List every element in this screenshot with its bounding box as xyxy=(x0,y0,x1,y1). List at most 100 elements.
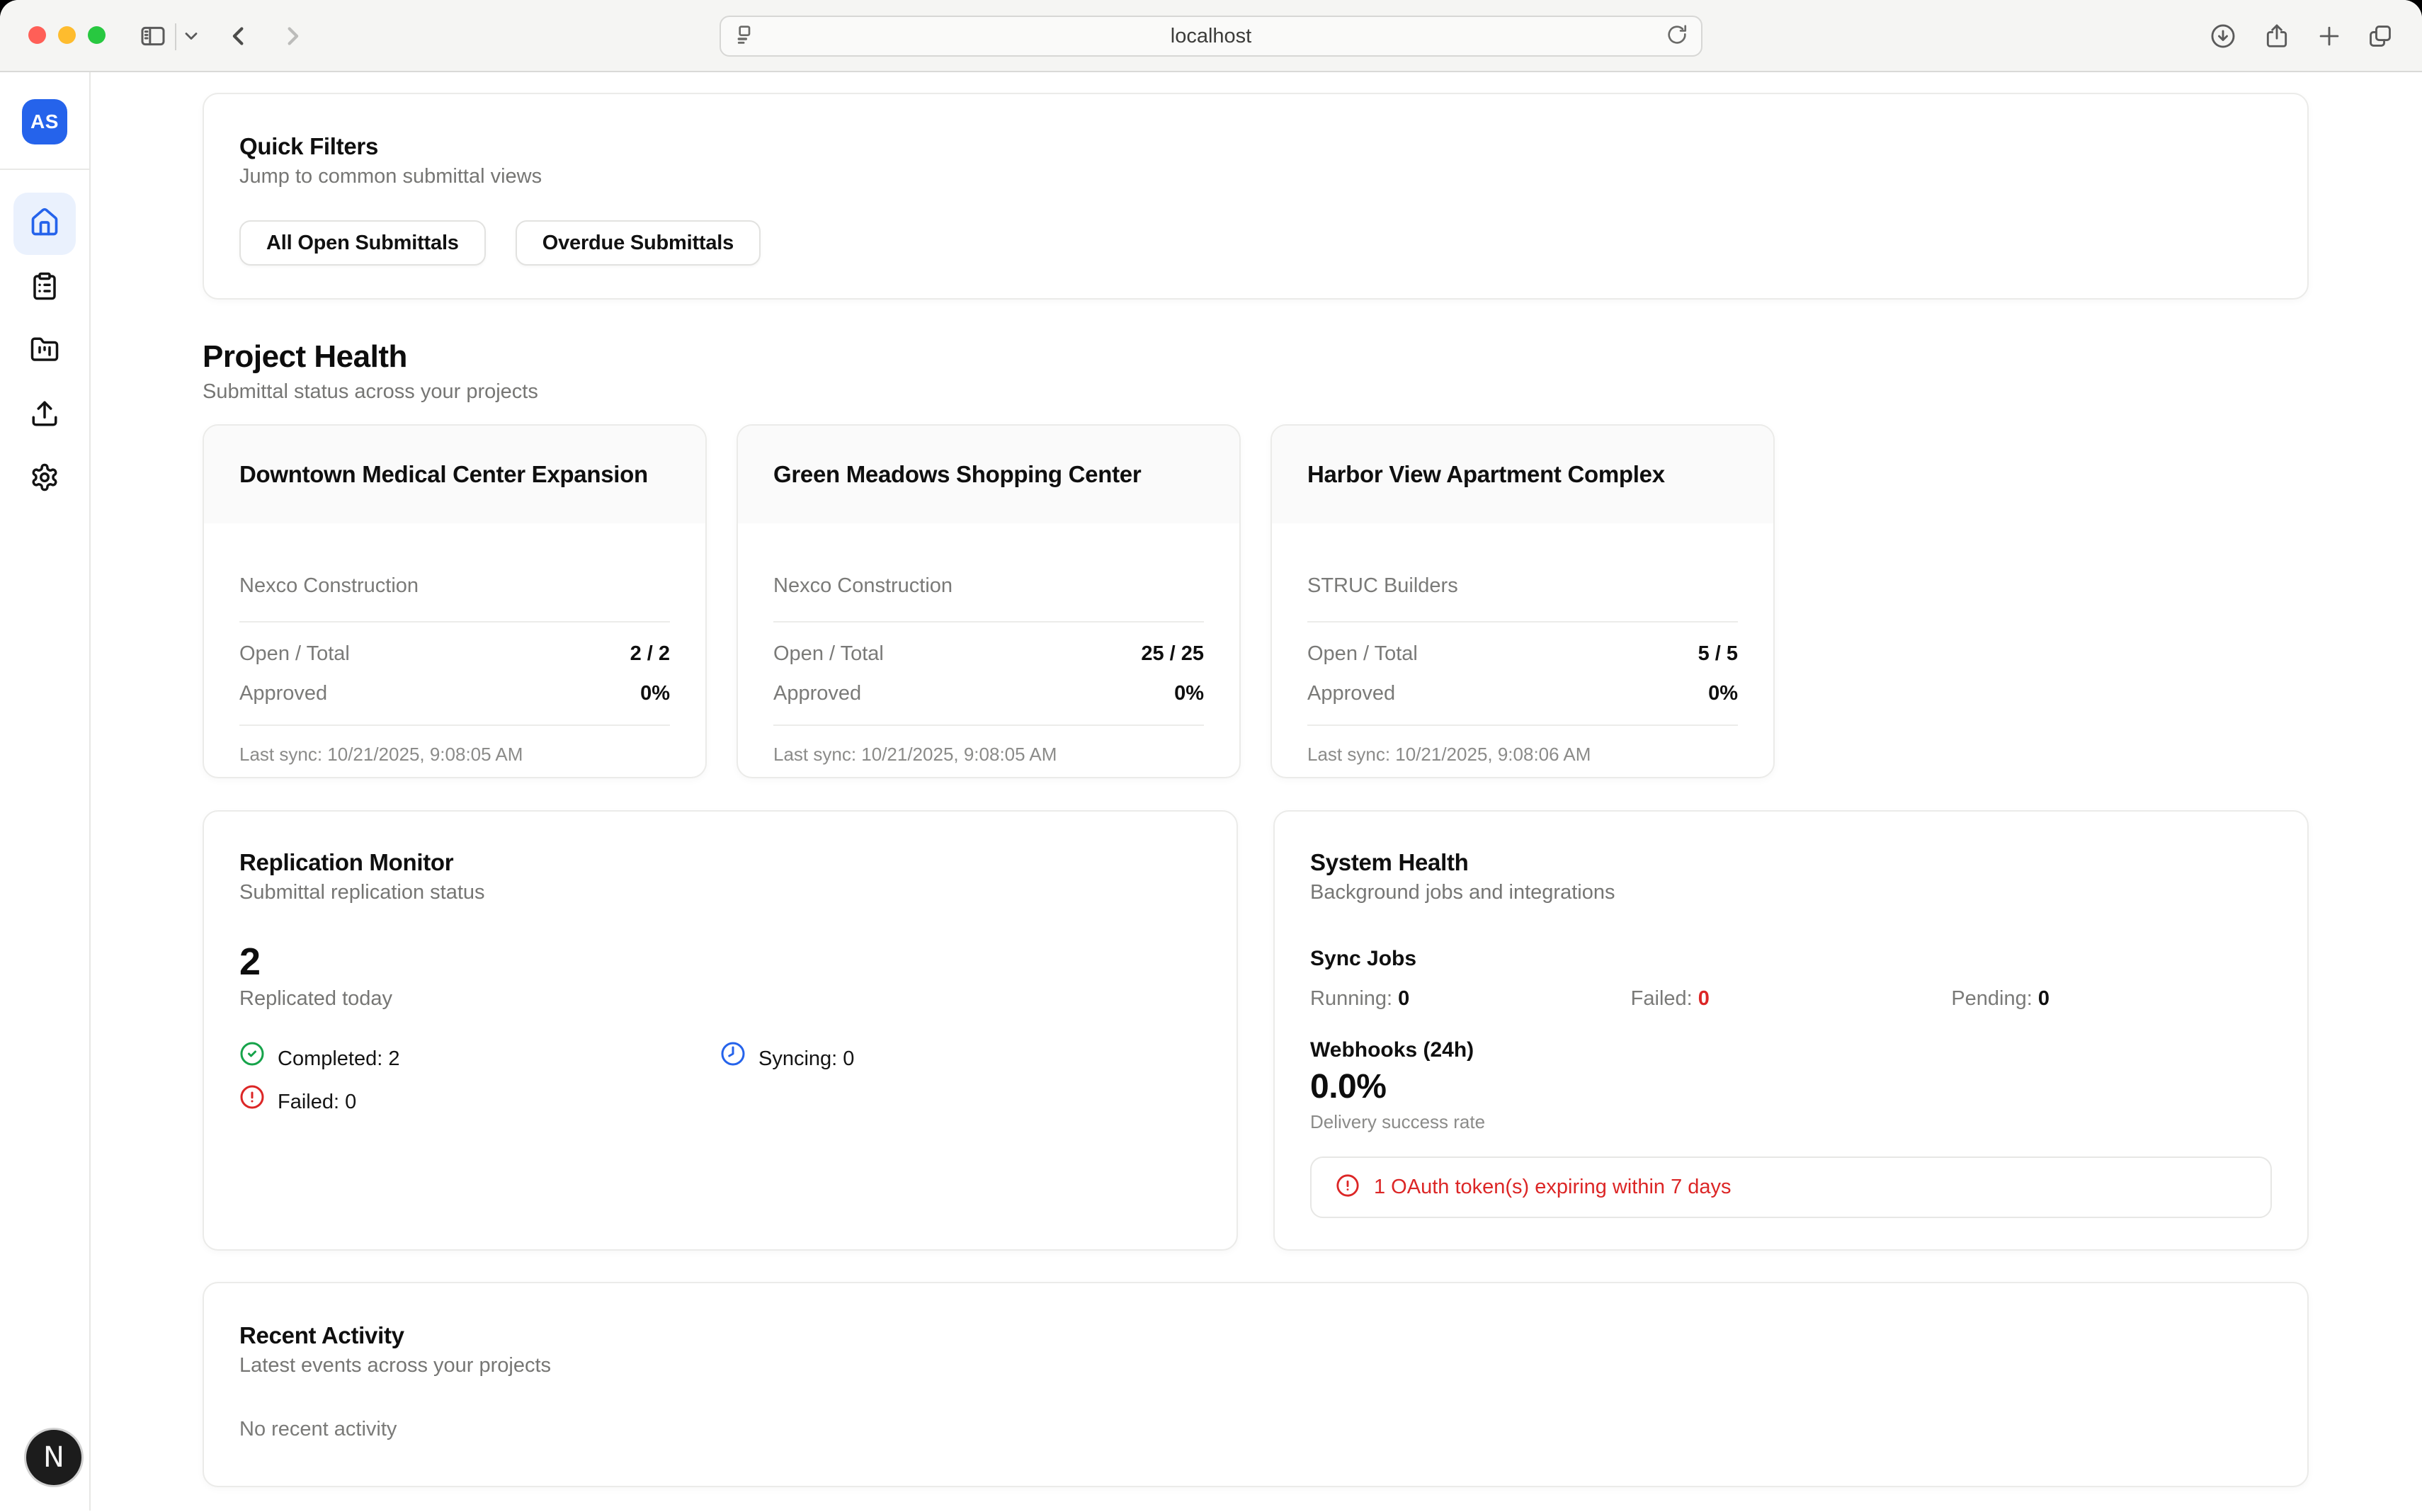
approved-label: Approved xyxy=(773,682,861,705)
project-name: Harbor View Apartment Complex xyxy=(1307,459,1665,490)
sidebar-nav xyxy=(0,193,89,510)
project-card[interactable]: Green Meadows Shopping Center Nexco Cons… xyxy=(737,424,1241,778)
reload-icon[interactable] xyxy=(1666,23,1688,50)
project-company: Nexco Construction xyxy=(773,573,1204,598)
zoom-window-button[interactable] xyxy=(88,26,106,44)
sidebar-item-projects[interactable] xyxy=(13,320,76,382)
main-content: Quick Filters Jump to common submittal v… xyxy=(91,72,2422,1511)
failed-stat: Failed: 0 xyxy=(239,1084,720,1119)
replication-monitor-title: Replication Monitor xyxy=(239,847,1201,878)
running-value: 0 xyxy=(1398,987,1409,1010)
sidebar-item-submittals[interactable] xyxy=(13,256,76,319)
avatar[interactable]: AS xyxy=(22,99,67,144)
sidebar-item-home[interactable] xyxy=(13,193,76,255)
project-company: STRUC Builders xyxy=(1307,573,1738,598)
syncing-text: Syncing: 0 xyxy=(758,1043,854,1074)
quick-filters-title: Quick Filters xyxy=(239,131,2272,162)
gear-icon xyxy=(30,462,59,496)
project-name: Downtown Medical Center Expansion xyxy=(239,459,648,490)
downloads-icon[interactable] xyxy=(2210,0,2236,72)
all-open-submittals-button[interactable]: All Open Submittals xyxy=(239,220,486,266)
project-card[interactable]: Harbor View Apartment Complex STRUC Buil… xyxy=(1270,424,1775,778)
open-total-label: Open / Total xyxy=(239,642,350,666)
approved-label: Approved xyxy=(1307,682,1395,705)
close-window-button[interactable] xyxy=(28,26,46,44)
alert-circle-icon xyxy=(239,1084,265,1119)
project-health-subtitle: Submittal status across your projects xyxy=(203,378,2309,405)
minimize-window-button[interactable] xyxy=(58,26,76,44)
nextjs-devtools-button[interactable]: N xyxy=(26,1430,81,1485)
check-circle-icon xyxy=(239,1041,265,1076)
approved-value: 0% xyxy=(1174,682,1204,705)
address-bar[interactable]: localhost xyxy=(720,16,1702,57)
replication-monitor-subtitle: Submittal replication status xyxy=(239,880,1201,905)
sync-jobs-heading: Sync Jobs xyxy=(1310,943,2272,974)
last-sync: Last sync: 10/21/2025, 9:08:05 AM xyxy=(773,743,1204,766)
completed-text: Completed: 2 xyxy=(278,1043,400,1074)
last-sync: Last sync: 10/21/2025, 9:08:05 AM xyxy=(239,743,670,766)
recent-activity-card: Recent Activity Latest events across you… xyxy=(203,1282,2309,1487)
replicated-count-label: Replicated today xyxy=(239,986,1201,1011)
open-total-value: 2 / 2 xyxy=(630,642,670,666)
sidebar-toggle-icon[interactable] xyxy=(139,0,167,72)
open-total-value: 5 / 5 xyxy=(1698,642,1738,666)
app-sidebar: AS xyxy=(0,72,91,1511)
webhook-rate-caption: Delivery success rate xyxy=(1310,1109,2272,1135)
failed-jobs-stat: Failed: 0 xyxy=(1631,984,1952,1013)
pending-value: 0 xyxy=(2038,987,2049,1010)
system-health-title: System Health xyxy=(1310,847,2272,878)
open-total-value: 25 / 25 xyxy=(1141,642,1204,666)
oauth-warning-text: 1 OAuth token(s) expiring within 7 days xyxy=(1374,1176,1732,1199)
completed-stat: Completed: 2 xyxy=(239,1041,720,1076)
project-company: Nexco Construction xyxy=(239,573,670,598)
failed-text: Failed: 0 xyxy=(278,1086,356,1118)
url-text: localhost xyxy=(756,25,1666,48)
pending-stat: Pending: 0 xyxy=(1951,984,2272,1013)
project-name: Green Meadows Shopping Center xyxy=(773,459,1141,490)
replication-monitor-card: Replication Monitor Submittal replicatio… xyxy=(203,810,1238,1251)
last-sync: Last sync: 10/21/2025, 9:08:06 AM xyxy=(1307,743,1738,766)
system-health-subtitle: Background jobs and integrations xyxy=(1310,880,2272,905)
quick-filters-subtitle: Jump to common submittal views xyxy=(239,164,2272,189)
sidebar-divider xyxy=(0,169,89,170)
recent-activity-subtitle: Latest events across your projects xyxy=(239,1353,2272,1378)
oauth-warning-banner: 1 OAuth token(s) expiring within 7 days xyxy=(1310,1156,2272,1218)
project-health-heading: Project Health xyxy=(203,339,2309,375)
approved-value: 0% xyxy=(1708,682,1738,705)
tab-overview-icon[interactable] xyxy=(2367,0,2394,72)
webhook-success-rate: 0.0% xyxy=(1310,1065,2272,1109)
replicated-count: 2 xyxy=(239,939,1201,984)
home-icon xyxy=(29,207,60,241)
syncing-stat: Syncing: 0 xyxy=(720,1041,1201,1076)
page-menu-icon[interactable] xyxy=(734,23,756,50)
project-card[interactable]: Downtown Medical Center Expansion Nexco … xyxy=(203,424,707,778)
clock-icon xyxy=(720,1041,746,1076)
folder-kanban-icon xyxy=(30,335,59,368)
webhooks-heading: Webhooks (24h) xyxy=(1310,1035,2272,1065)
browser-toolbar: localhost xyxy=(0,0,2422,72)
project-cards-grid: Downtown Medical Center Expansion Nexco … xyxy=(203,424,2309,778)
open-total-label: Open / Total xyxy=(773,642,884,666)
upload-icon xyxy=(30,399,59,432)
overdue-submittals-button[interactable]: Overdue Submittals xyxy=(516,220,761,266)
back-button-icon[interactable] xyxy=(224,0,254,72)
running-stat: Running: 0 xyxy=(1310,984,1631,1013)
approved-label: Approved xyxy=(239,682,327,705)
toolbar-divider xyxy=(175,23,176,50)
no-activity-text: No recent activity xyxy=(239,1416,2272,1442)
chevron-down-icon[interactable] xyxy=(181,0,201,72)
browser-window: localhost AS xyxy=(0,0,2422,1512)
sidebar-item-settings[interactable] xyxy=(13,448,76,510)
quick-filters-card: Quick Filters Jump to common submittal v… xyxy=(203,93,2309,300)
approved-value: 0% xyxy=(640,682,670,705)
recent-activity-title: Recent Activity xyxy=(239,1320,2272,1351)
share-icon[interactable] xyxy=(2263,0,2290,72)
open-total-label: Open / Total xyxy=(1307,642,1418,666)
sidebar-item-upload[interactable] xyxy=(13,384,76,446)
clipboard-list-icon xyxy=(30,271,59,305)
system-health-card: System Health Background jobs and integr… xyxy=(1273,810,2309,1251)
forward-button-icon[interactable] xyxy=(278,0,307,72)
new-tab-icon[interactable] xyxy=(2316,0,2343,72)
failed-jobs-value: 0 xyxy=(1698,987,1710,1010)
window-controls xyxy=(28,26,106,44)
